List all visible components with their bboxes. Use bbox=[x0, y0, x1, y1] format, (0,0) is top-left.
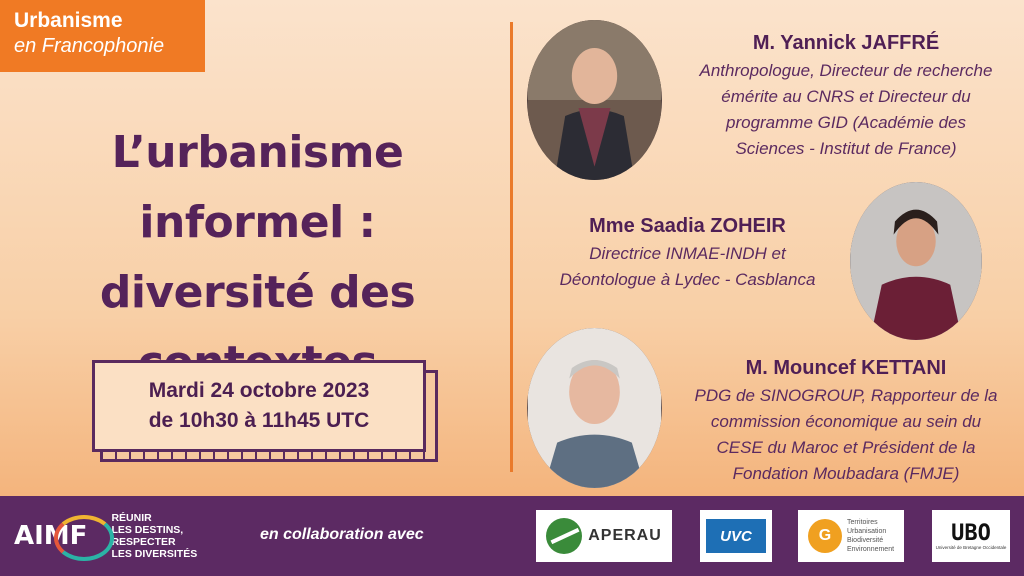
date-line1: Mardi 24 octobre 2023 bbox=[148, 379, 370, 402]
speaker-role-line: PDG de SINOGROUP, Rapporteur de la bbox=[694, 386, 998, 405]
date-box: Mardi 24 octobre 2023 de 10h30 à 11h45 U… bbox=[92, 360, 426, 452]
aimf-tagline-line: RÉUNIR bbox=[111, 512, 152, 524]
event-title: L’urbanisme informel : diversité des con… bbox=[10, 118, 505, 398]
tubr-line: Urbanisation bbox=[846, 528, 887, 535]
speaker-block-jaffre: M. Yannick JAFFRÉ Anthropologue, Directe… bbox=[672, 28, 1020, 162]
speaker-role-line: commission économique au sein du bbox=[710, 412, 982, 431]
aimf-tagline-line: LES DIVERSITÉS bbox=[111, 548, 198, 560]
speaker-photo-kettani bbox=[527, 328, 662, 488]
tubr-text: Territoires Urbanisation Biodiversité En… bbox=[847, 518, 894, 554]
aperau-globe-icon bbox=[546, 518, 583, 554]
aimf-tagline-line: LES DESTINS, bbox=[111, 524, 184, 536]
aimf-swirl-icon bbox=[54, 515, 114, 561]
speaker-name: Mme Saadia ZOHEIR bbox=[589, 215, 786, 237]
speaker-role-line: Fondation Moubadara (FMJE) bbox=[732, 464, 960, 483]
speaker-role-line: programme GID (Académie des bbox=[726, 113, 966, 132]
aperau-text: APERAU bbox=[588, 527, 662, 544]
tubr-line: Biodiversité bbox=[846, 537, 884, 544]
ubo-logo: UBO Université de Bretagne Occidentale bbox=[932, 510, 1010, 562]
title-line1: L’urbanisme informel : bbox=[111, 127, 404, 248]
footer-bar: AIMF RÉUNIR LES DESTINS, RESPECTER LES D… bbox=[0, 496, 1024, 576]
speaker-photo-jaffre bbox=[527, 20, 662, 180]
brand-line1: Urbanisme bbox=[14, 9, 123, 32]
tubr-line: Territoires bbox=[846, 519, 878, 526]
vertical-divider bbox=[510, 22, 513, 472]
speaker-name: M. Mouncef KETTANI bbox=[745, 357, 947, 379]
aimf-logo: AIMF RÉUNIR LES DESTINS, RESPECTER LES D… bbox=[14, 512, 197, 561]
ubo-subtext: Université de Bretagne Occidentale bbox=[935, 544, 1007, 550]
aperau-logo: APERAU bbox=[536, 510, 672, 562]
uvc-logo: UVC bbox=[700, 510, 772, 562]
uvc-mark: UVC bbox=[706, 519, 766, 553]
speaker-role-line: Anthropologue, Directeur de recherche bbox=[699, 61, 993, 80]
speaker-block-zoheir: Mme Saadia ZOHEIR Directrice INMAE-INDH … bbox=[520, 211, 855, 293]
speaker-block-kettani: M. Mouncef KETTANI PDG de SINOGROUP, Rap… bbox=[672, 353, 1020, 487]
tubr-line: Environnement bbox=[846, 546, 895, 553]
speaker-photo-zoheir bbox=[850, 182, 982, 340]
tubr-logo: G Territoires Urbanisation Biodiversité … bbox=[798, 510, 904, 562]
aimf-wordmark: AIMF bbox=[14, 515, 114, 561]
speaker-role-line: CESE du Maroc et Président de la bbox=[716, 438, 976, 457]
speaker-role-line: émérite au CNRS et Directeur du bbox=[721, 87, 971, 106]
aimf-tagline: RÉUNIR LES DESTINS, RESPECTER LES DIVERS… bbox=[111, 512, 197, 560]
tubr-circle-icon: G bbox=[807, 519, 842, 553]
title-line2: diversité des bbox=[99, 267, 416, 318]
brand-banner: Urbanisme en Francophonie bbox=[0, 0, 205, 72]
collaboration-text: en collaboration avec bbox=[260, 526, 424, 543]
speaker-role-line: Déontologue à Lydec - Casblanca bbox=[559, 270, 816, 289]
ubo-text: UBO bbox=[951, 520, 991, 546]
speaker-role-line: Directrice INMAE-INDH et bbox=[589, 244, 786, 263]
brand-line2: en Francophonie bbox=[14, 35, 165, 57]
speaker-name: M. Yannick JAFFRÉ bbox=[752, 32, 940, 54]
aimf-tagline-line: RESPECTER bbox=[111, 536, 176, 548]
speaker-role-line: Sciences - Institut de France) bbox=[735, 139, 957, 158]
date-line2: de 10h30 à 11h45 UTC bbox=[148, 409, 370, 432]
